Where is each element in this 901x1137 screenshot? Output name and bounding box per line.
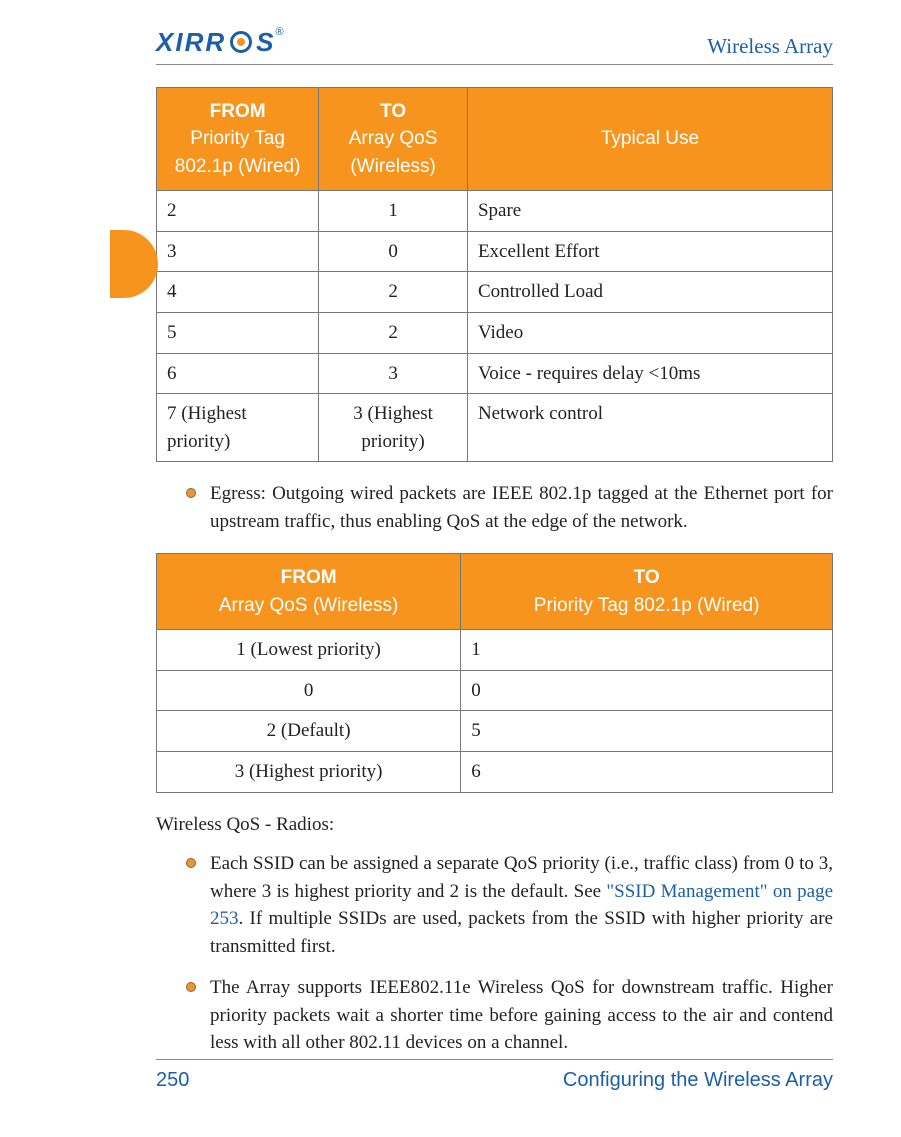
ssid-text-post: . If multiple SSIDs are used, packets fr… <box>210 908 833 957</box>
cell-to: 3 (Highest priority) <box>319 394 468 462</box>
table-row: 6 3 Voice - requires delay <10ms <box>157 353 833 394</box>
logo-text-right: S <box>256 24 275 62</box>
cell-from: 1 (Lowest priority) <box>157 630 461 671</box>
qos-egress-table: FROM Array QoS (Wireless) TO Priority Ta… <box>156 553 833 792</box>
cell-use: Excellent Effort <box>467 231 832 272</box>
cell-use: Spare <box>467 191 832 232</box>
table1-header-from-sub: Priority Tag 802.1p (Wired) <box>175 128 301 177</box>
cell-to: 6 <box>461 751 833 792</box>
bullet-icon <box>186 488 196 498</box>
table1-header-use-label: Typical Use <box>601 128 699 149</box>
cell-to: 2 <box>319 312 468 353</box>
cell-to: 5 <box>461 711 833 752</box>
bullet-icon <box>186 982 196 992</box>
cell-to: 2 <box>319 272 468 313</box>
cell-from: 5 <box>157 312 319 353</box>
cell-to: 3 <box>319 353 468 394</box>
cell-use: Voice - requires delay <10ms <box>467 353 832 394</box>
table2-header-from-strong: FROM <box>165 564 452 592</box>
bullet-icon <box>186 858 196 868</box>
table1-header-to: TO Array QoS (Wireless) <box>319 87 468 191</box>
table-row: 1 (Lowest priority) 1 <box>157 630 833 671</box>
table1-header-use: Typical Use <box>467 87 832 191</box>
logo: XIRR S ® <box>156 24 286 62</box>
header-bar: XIRR S ® Wireless Array <box>156 24 833 65</box>
list-item: Each SSID can be assigned a separate QoS… <box>186 850 833 960</box>
cell-to: 0 <box>319 231 468 272</box>
cell-from: 6 <box>157 353 319 394</box>
table-row: 2 1 Spare <box>157 191 833 232</box>
table1-header-from: FROM Priority Tag 802.1p (Wired) <box>157 87 319 191</box>
table2-header-from-sub: Array QoS (Wireless) <box>219 595 398 616</box>
list-item: Egress: Outgoing wired packets are IEEE … <box>186 480 833 535</box>
table-row: 3 0 Excellent Effort <box>157 231 833 272</box>
cell-from: 7 (Highest priority) <box>157 394 319 462</box>
cell-from: 2 <box>157 191 319 232</box>
cell-use: Video <box>467 312 832 353</box>
cell-from: 0 <box>157 670 461 711</box>
logo-registered: ® <box>275 25 283 41</box>
logo-text-left: XIRR <box>156 24 226 62</box>
qos-ingress-table: FROM Priority Tag 802.1p (Wired) TO Arra… <box>156 87 833 462</box>
cell-use: Network control <box>467 394 832 462</box>
doc-title: Wireless Array <box>707 31 833 61</box>
cell-from: 3 <box>157 231 319 272</box>
cell-from: 3 (Highest priority) <box>157 751 461 792</box>
table1-header-to-strong: TO <box>327 98 459 126</box>
table-row: 0 0 <box>157 670 833 711</box>
ssid-bullet-text: Each SSID can be assigned a separate QoS… <box>210 850 833 960</box>
table-row: 2 (Default) 5 <box>157 711 833 752</box>
logo-icon <box>230 31 252 53</box>
table-row: 3 (Highest priority) 6 <box>157 751 833 792</box>
cell-use: Controlled Load <box>467 272 832 313</box>
cell-from: 2 (Default) <box>157 711 461 752</box>
table-row: 7 (Highest priority) 3 (Highest priority… <box>157 394 833 462</box>
footer: 250 Configuring the Wireless Array <box>156 1059 833 1095</box>
table2-header-to-sub: Priority Tag 802.1p (Wired) <box>534 595 760 616</box>
table2-header-from: FROM Array QoS (Wireless) <box>157 554 461 630</box>
table-row: 5 2 Video <box>157 312 833 353</box>
table2-header-to-strong: TO <box>469 564 824 592</box>
cell-to: 1 <box>461 630 833 671</box>
list-item: The Array supports IEEE802.11e Wireless … <box>186 974 833 1057</box>
egress-text: Egress: Outgoing wired packets are IEEE … <box>210 480 833 535</box>
cell-to: 0 <box>461 670 833 711</box>
table2-header-to: TO Priority Tag 802.1p (Wired) <box>461 554 833 630</box>
ieee80211e-text: The Array supports IEEE802.11e Wireless … <box>210 974 833 1057</box>
section-heading: Wireless QoS - Radios: <box>156 811 833 839</box>
table1-header-to-sub: Array QoS (Wireless) <box>349 128 438 177</box>
page-number: 250 <box>156 1066 189 1095</box>
footer-title: Configuring the Wireless Array <box>563 1066 833 1095</box>
cell-from: 4 <box>157 272 319 313</box>
cell-to: 1 <box>319 191 468 232</box>
table-row: 4 2 Controlled Load <box>157 272 833 313</box>
table1-header-from-strong: FROM <box>165 98 310 126</box>
